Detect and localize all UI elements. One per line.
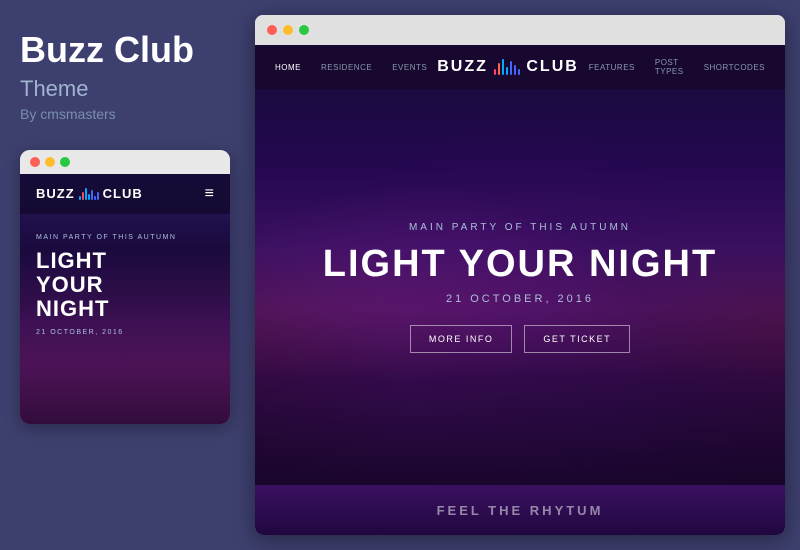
mobile-hero-subtitle: MAIN PARTY OF THIS AUTUMN: [36, 234, 214, 241]
mobile-mockup: BUZZ CLUB ≡ MAIN PARTY OF THIS AUTUMN: [20, 150, 230, 424]
nav-link-residence[interactable]: RESIDENCE: [311, 63, 382, 72]
desktop-logo-buzz: BUZZ: [437, 58, 488, 76]
mobile-logo: BUZZ CLUB: [36, 186, 143, 201]
hero-subtitle: MAIN PARTY OF THIS AUTUMN: [323, 222, 717, 233]
theme-title: Buzz Club: [20, 30, 225, 70]
mobile-hero: MAIN PARTY OF THIS AUTUMN LIGHT YOUR NIG…: [20, 214, 230, 349]
hamburger-icon[interactable]: ≡: [205, 186, 214, 202]
mobile-nav: BUZZ CLUB ≡: [20, 174, 230, 214]
nav-link-features[interactable]: FEATURES: [579, 63, 645, 72]
mobile-bars-icon: [79, 188, 99, 200]
nav-right-links: FEATURES POST TYPES SHORTCODES: [579, 58, 775, 76]
desktop-logo: BUZZ CLUB: [437, 58, 579, 76]
more-info-button[interactable]: MORE INFO: [410, 325, 513, 353]
mobile-logo-club: CLUB: [103, 186, 143, 201]
mobile-content: BUZZ CLUB ≡ MAIN PARTY OF THIS AUTUMN: [20, 174, 230, 424]
nav-link-events[interactable]: EVENTS: [382, 63, 437, 72]
mobile-titlebar: [20, 150, 230, 174]
nav-link-post-types[interactable]: POST TYPES: [645, 58, 694, 76]
desktop-dot-red: [267, 25, 277, 35]
main-area: HOME RESIDENCE EVENTS BUZZ CLUB FEA: [245, 0, 800, 550]
theme-subtitle: Theme: [20, 76, 225, 102]
mobile-hero-title: LIGHT YOUR NIGHT: [36, 249, 214, 322]
desktop-mockup: HOME RESIDENCE EVENTS BUZZ CLUB FEA: [255, 15, 785, 535]
desktop-logo-club: CLUB: [526, 58, 578, 76]
hero-buttons: MORE INFO GET TICKET: [323, 325, 717, 353]
hero-date: 21 OCTOBER, 2016: [323, 293, 717, 305]
nav-link-shortcodes[interactable]: SHORTCODES: [694, 63, 775, 72]
nav-left-links: HOME RESIDENCE EVENTS: [265, 63, 437, 72]
hero-content: MAIN PARTY OF THIS AUTUMN LIGHT YOUR NIG…: [323, 222, 717, 353]
bottom-text: FEEL THE RHYTUM: [437, 503, 604, 518]
sidebar: Buzz Club Theme By cmsmasters BUZZ: [0, 0, 245, 550]
mobile-logo-buzz: BUZZ: [36, 186, 75, 201]
nav-link-home[interactable]: HOME: [265, 63, 311, 72]
theme-author: By cmsmasters: [20, 106, 225, 122]
dot-red: [30, 157, 40, 167]
desktop-hero: MAIN PARTY OF THIS AUTUMN LIGHT YOUR NIG…: [255, 89, 785, 485]
desktop-dot-green: [299, 25, 309, 35]
desktop-titlebar: [255, 15, 785, 45]
desktop-dot-yellow: [283, 25, 293, 35]
dot-yellow: [45, 157, 55, 167]
desktop-bars-icon: [494, 59, 521, 75]
dot-green: [60, 157, 70, 167]
hero-title: LIGHT YOUR NIGHT: [323, 245, 717, 283]
desktop-nav: HOME RESIDENCE EVENTS BUZZ CLUB FEA: [255, 45, 785, 89]
desktop-bottom-strip: FEEL THE RHYTUM: [255, 485, 785, 535]
get-ticket-button[interactable]: GET TICKET: [524, 325, 630, 353]
mobile-hero-date: 21 OCTOBER, 2016: [36, 329, 214, 336]
